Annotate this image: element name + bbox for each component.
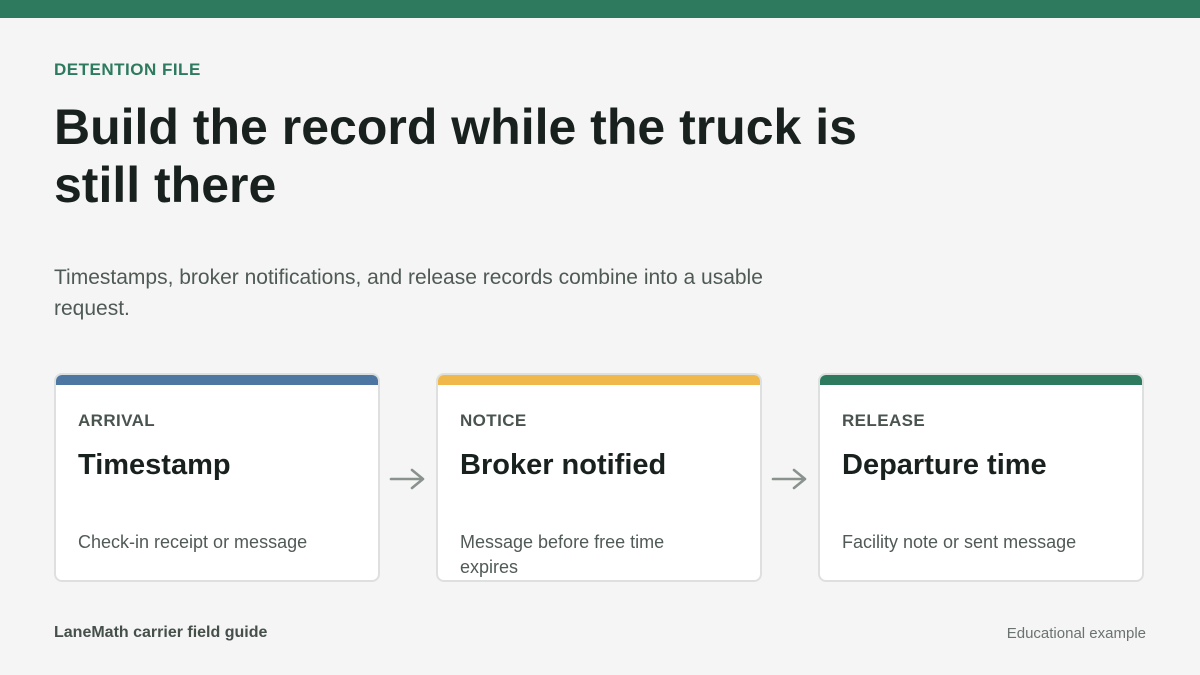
top-accent-bar bbox=[0, 0, 1200, 18]
card-eyebrow: RELEASE bbox=[842, 411, 926, 430]
card-accent-bar bbox=[56, 375, 378, 385]
section-eyebrow: DETENTION FILE bbox=[54, 60, 201, 79]
step-card-release: RELEASE Departure time Facility note or … bbox=[818, 373, 1144, 582]
arrow-right-icon bbox=[771, 468, 807, 490]
step-card-notice: NOTICE Broker notified Message before fr… bbox=[436, 373, 762, 582]
card-title: Timestamp bbox=[78, 449, 231, 481]
card-eyebrow: ARRIVAL bbox=[78, 411, 156, 430]
card-description: Facility note or sent message bbox=[842, 532, 1077, 552]
card-eyebrow: NOTICE bbox=[460, 411, 527, 430]
footer-brand: LaneMath carrier field guide bbox=[54, 624, 268, 641]
step-card-arrival: ARRIVAL Timestamp Check-in receipt or me… bbox=[54, 373, 380, 582]
card-title: Broker notified bbox=[460, 449, 667, 481]
card-title: Departure time bbox=[842, 449, 1047, 481]
card-accent-bar bbox=[820, 375, 1142, 385]
footer-note: Educational example bbox=[1006, 625, 1146, 642]
card-description: Message before free time expires bbox=[460, 532, 665, 577]
arrow-right-icon bbox=[389, 468, 425, 490]
card-description: Check-in receipt or message bbox=[78, 532, 308, 552]
card-accent-bar bbox=[438, 375, 760, 385]
page-title: Build the record while the truck is stil… bbox=[54, 99, 857, 213]
page-subtitle: Timestamps, broker notifications, and re… bbox=[54, 266, 763, 320]
